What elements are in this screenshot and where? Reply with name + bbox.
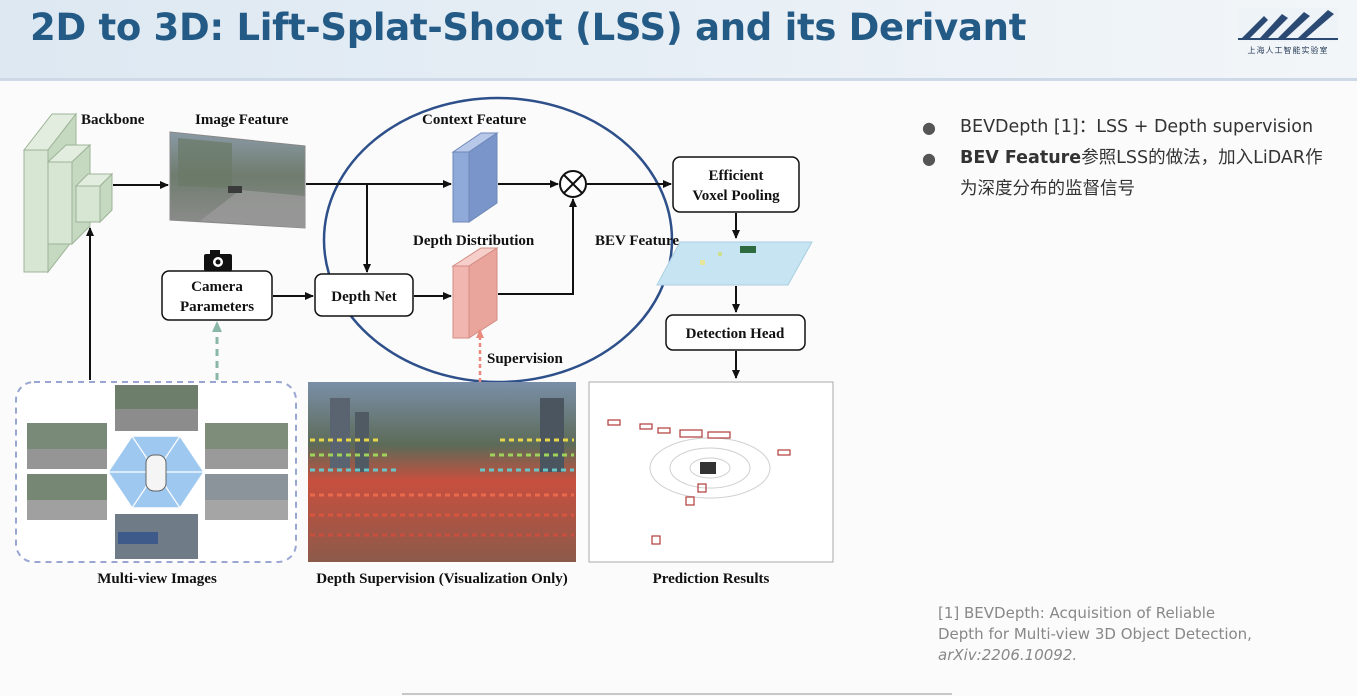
depth-supervision-label: Depth Supervision (Visualization Only) [316, 571, 568, 587]
multi-view-images-label: Multi-view Images [97, 571, 217, 587]
reference-arxiv: arXiv:2206.10092. [938, 646, 1078, 664]
logo-text: 上海人工智能实验室 [1247, 46, 1329, 55]
image-feature-photo [169, 131, 306, 229]
context-feature-label: Context Feature [422, 112, 527, 128]
bullet-text: BEVDepth [1]：LSS + Depth supervision [960, 117, 1314, 137]
slide-header: 2D to 3D: Lift-Splat-Shoot (LSS) and its… [0, 0, 1357, 81]
backbone-block [22, 112, 114, 274]
efficient-line2: Voxel Pooling [692, 188, 780, 204]
multi-view-images-panel [15, 381, 297, 563]
depth-net-box: Depth Net [314, 273, 414, 317]
slide-title: 2D to 3D: Lift-Splat-Shoot (LSS) and its… [30, 6, 1027, 49]
efficient-line1: Efficient [709, 168, 764, 184]
depth-net-label: Depth Net [331, 289, 396, 305]
logo-mark-icon [1238, 8, 1338, 42]
camera-icon [204, 250, 232, 271]
footer-divider [402, 693, 952, 695]
bullet-dot-icon: ● [922, 118, 936, 137]
bev-feature-plane [656, 241, 813, 286]
backbone-label: Backbone [81, 112, 145, 128]
bullet-list: ● BEVDepth [1]：LSS + Depth supervision ●… [920, 112, 1340, 205]
image-feature-label: Image Feature [195, 112, 289, 128]
context-feature-block [451, 132, 499, 223]
bevdepth-diagram: Backbone Image Feature Context Feature D… [15, 96, 834, 587]
prediction-results-image [588, 381, 834, 563]
bullet-bold-text: BEV Feature [960, 148, 1082, 168]
supervision-label: Supervision [487, 351, 564, 367]
bullet-item: ● BEV Feature参照LSS的做法，加入LiDAR作为深度分布的监督信号 [920, 143, 1340, 205]
depth-supervision-image [308, 382, 576, 562]
camera-parameters-box: Camera Parameters [161, 270, 273, 321]
bullet-item: ● BEVDepth [1]：LSS + Depth supervision [920, 112, 1340, 143]
reference-note: [1] BEVDepth: Acquisition of Reliable De… [938, 603, 1258, 666]
lab-logo: 上海人工智能实验室 [1238, 8, 1338, 70]
camera-parameters-line1: Camera [191, 279, 243, 295]
depth-distribution-label: Depth Distribution [413, 233, 535, 249]
efficient-voxel-pooling-box: Efficient Voxel Pooling [672, 156, 800, 213]
bev-feature-label: BEV Feature [595, 233, 679, 249]
detection-head-box: Detection Head [665, 314, 806, 351]
bullet-dot-icon: ● [922, 149, 936, 168]
detection-head-label: Detection Head [686, 326, 785, 342]
reference-text: [1] BEVDepth: Acquisition of Reliable De… [938, 604, 1252, 643]
depth-distribution-block [451, 247, 499, 339]
camera-parameters-line2: Parameters [180, 299, 254, 315]
prediction-results-label: Prediction Results [653, 571, 770, 587]
